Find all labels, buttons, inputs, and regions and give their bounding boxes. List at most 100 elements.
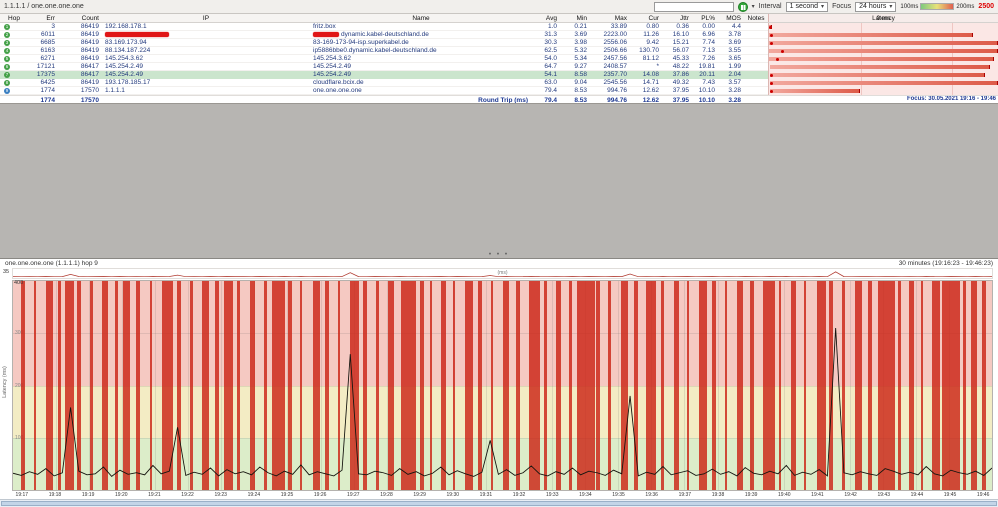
latency-bar-cell [768,55,998,63]
summary-min: 8.53 [574,97,587,103]
start-pause-button[interactable] [737,1,748,12]
count-cell: 17570 [80,87,99,94]
col-hop[interactable]: Hop [0,14,28,22]
col-ip[interactable]: IP [102,14,310,22]
jttr-cell: 15.21 [672,39,689,46]
count-cell: 86419 [80,23,99,30]
focus-note: Focus: 30.05.2021 19:16 - 19:46 [906,96,996,102]
target-dropdown-caret[interactable]: ▾ [752,4,755,10]
cur-cell: 12.62 [642,87,659,94]
timeline-panel: one.one.one.one (1.1.1.1) hop 9 30 minut… [0,258,998,507]
cur-cell: 81.12 [642,55,659,62]
col-pl[interactable]: PL% [692,14,718,22]
latency-graph[interactable]: 100 200 300 [12,280,993,491]
graph-header: one.one.one.one (1.1.1.1) hop 9 30 minut… [0,259,998,268]
count-cell: 86417 [80,63,99,70]
max-cell: 33.89 [610,23,627,30]
mos-cell: 3.28 [728,87,741,94]
hop-row[interactable]: 6 17121 86417 145.254.2.49 145.254.2.49 64.7 9… [0,63,998,71]
interval-select[interactable]: 1 second ▾ [785,1,829,12]
col-avg[interactable]: Avg [532,14,560,22]
latency-bar-cell [768,63,998,71]
jttr-cell: 37.86 [662,71,692,79]
max-cell: 2545.56 [603,79,628,86]
hop-row[interactable]: 2 6011 86419 dynamic.kabel-deutschland.de 31… [0,31,998,39]
latency-range-bar [769,33,973,37]
notes-cell [744,71,768,79]
hop-status-icon: 4 [4,48,10,54]
hop-row[interactable]: 8 6425 86419 193.178.185.17 cloudflare.bcix.… [0,79,998,87]
x-tick-label: 19:39 [744,492,758,498]
summary-notes-cell [744,96,768,103]
hop-status-icon: 7 [4,72,10,78]
col-jttr[interactable]: Jttr [662,14,692,22]
splitter-handle-icon[interactable]: ● ● ● [489,251,510,256]
mos-cell: 3.78 [728,31,741,38]
hop-row[interactable]: 1 3 86419 192.168.178.1 fritz.box 1.0 0.21 33.8… [0,23,998,31]
avg-cell: 62.5 [544,47,557,54]
splitter-area[interactable]: ● ● ● [0,104,998,258]
scrollbar-thumb[interactable] [1,501,997,506]
cur-cell: 14.08 [630,71,662,79]
redacted-ip [105,31,169,37]
round-trip-row[interactable]: 1774 17570 Round Trip (ms) 79.4 8.53 994… [0,95,998,104]
pl-cell: 20.11 [692,71,718,79]
cur-cell: 0.80 [646,23,659,30]
ip-cell: 145.254.2.49 [105,63,143,70]
window-title: 1.1.1.1 / one.one.one.one [4,3,84,10]
max-cell: 2223.00 [603,31,628,38]
count-cell: 86417 [58,71,102,79]
err-cell: 6011 [41,31,55,38]
graph-range-label[interactable]: 30 minutes (19:16:23 - 19:46:23) [899,260,993,267]
x-tick-label: 19:30 [446,492,460,498]
summary-count: 17570 [80,97,99,103]
col-name[interactable]: Name [310,14,532,22]
col-err[interactable]: Err [28,14,58,22]
focus-value: 24 hours [859,3,887,10]
avg-cell: 54.1 [532,71,560,79]
name-cell: 145.254.3.62 [313,55,351,62]
err-cell: 6685 [40,39,55,46]
current-latency-marker [769,41,773,45]
err-cell: 3 [51,23,55,30]
min-cell: 3.69 [574,31,587,38]
redacted-name [313,31,339,37]
overview-unit-label: (ms) [497,270,508,276]
legend-200ms-label: 200ms [956,3,975,10]
col-mos[interactable]: MOS [718,14,744,22]
jttr-cell: 37.95 [672,87,689,94]
current-latency-marker [769,25,773,29]
err-cell: 6163 [40,47,55,54]
latency-bar-cell [768,39,998,47]
col-latency[interactable]: 0 ms Latency [768,14,998,22]
hop-row[interactable]: 7 17375 86417 145.254.2.49 145.254.2.49 54.1 8… [0,71,998,79]
latency-bar-cell [768,31,998,39]
graph-scrollbar[interactable] [0,499,998,507]
latency-bar-cell [768,23,998,31]
hop-row[interactable]: 9 1774 17570 1.1.1.1 one.one.one.one 79.4 8.53… [0,87,998,95]
col-notes[interactable]: Notes [744,14,768,22]
err-cell: 6425 [40,79,55,86]
overview-strip[interactable]: (ms) [12,268,993,279]
x-tick-label: 19:20 [114,492,128,498]
x-tick-label: 19:35 [612,492,625,498]
mos-cell: 4.4 [731,23,741,30]
avg-cell: 54.0 [544,55,557,62]
name-cell: 145.254.2.49 [310,71,532,79]
hop-row[interactable]: 4 6163 86419 88.134.187.224 ip5886bbe0.dynam… [0,47,998,55]
hop-row[interactable]: 5 6271 86419 145.254.3.62 145.254.3.62 54.0 5.… [0,55,998,63]
x-tick-label: 19:40 [778,492,791,498]
col-count[interactable]: Count [58,14,102,22]
summary-err: 1774 [40,97,55,103]
col-min[interactable]: Min [560,14,590,22]
x-tick-label: 19:27 [347,492,360,498]
col-cur[interactable]: Cur [630,14,662,22]
hop-row[interactable]: 3 6685 86419 83.169.173.94 83-169-173-94-isp… [0,39,998,47]
x-tick-label: 19:32 [512,492,526,498]
pl-cell: 19.81 [698,63,715,70]
focus-select[interactable]: 24 hours ▾ [855,1,897,12]
mos-cell: 1.99 [728,63,741,70]
target-input[interactable] [653,1,734,12]
col-max[interactable]: Max [590,14,630,22]
x-tick-label: 19:17 [15,492,29,498]
